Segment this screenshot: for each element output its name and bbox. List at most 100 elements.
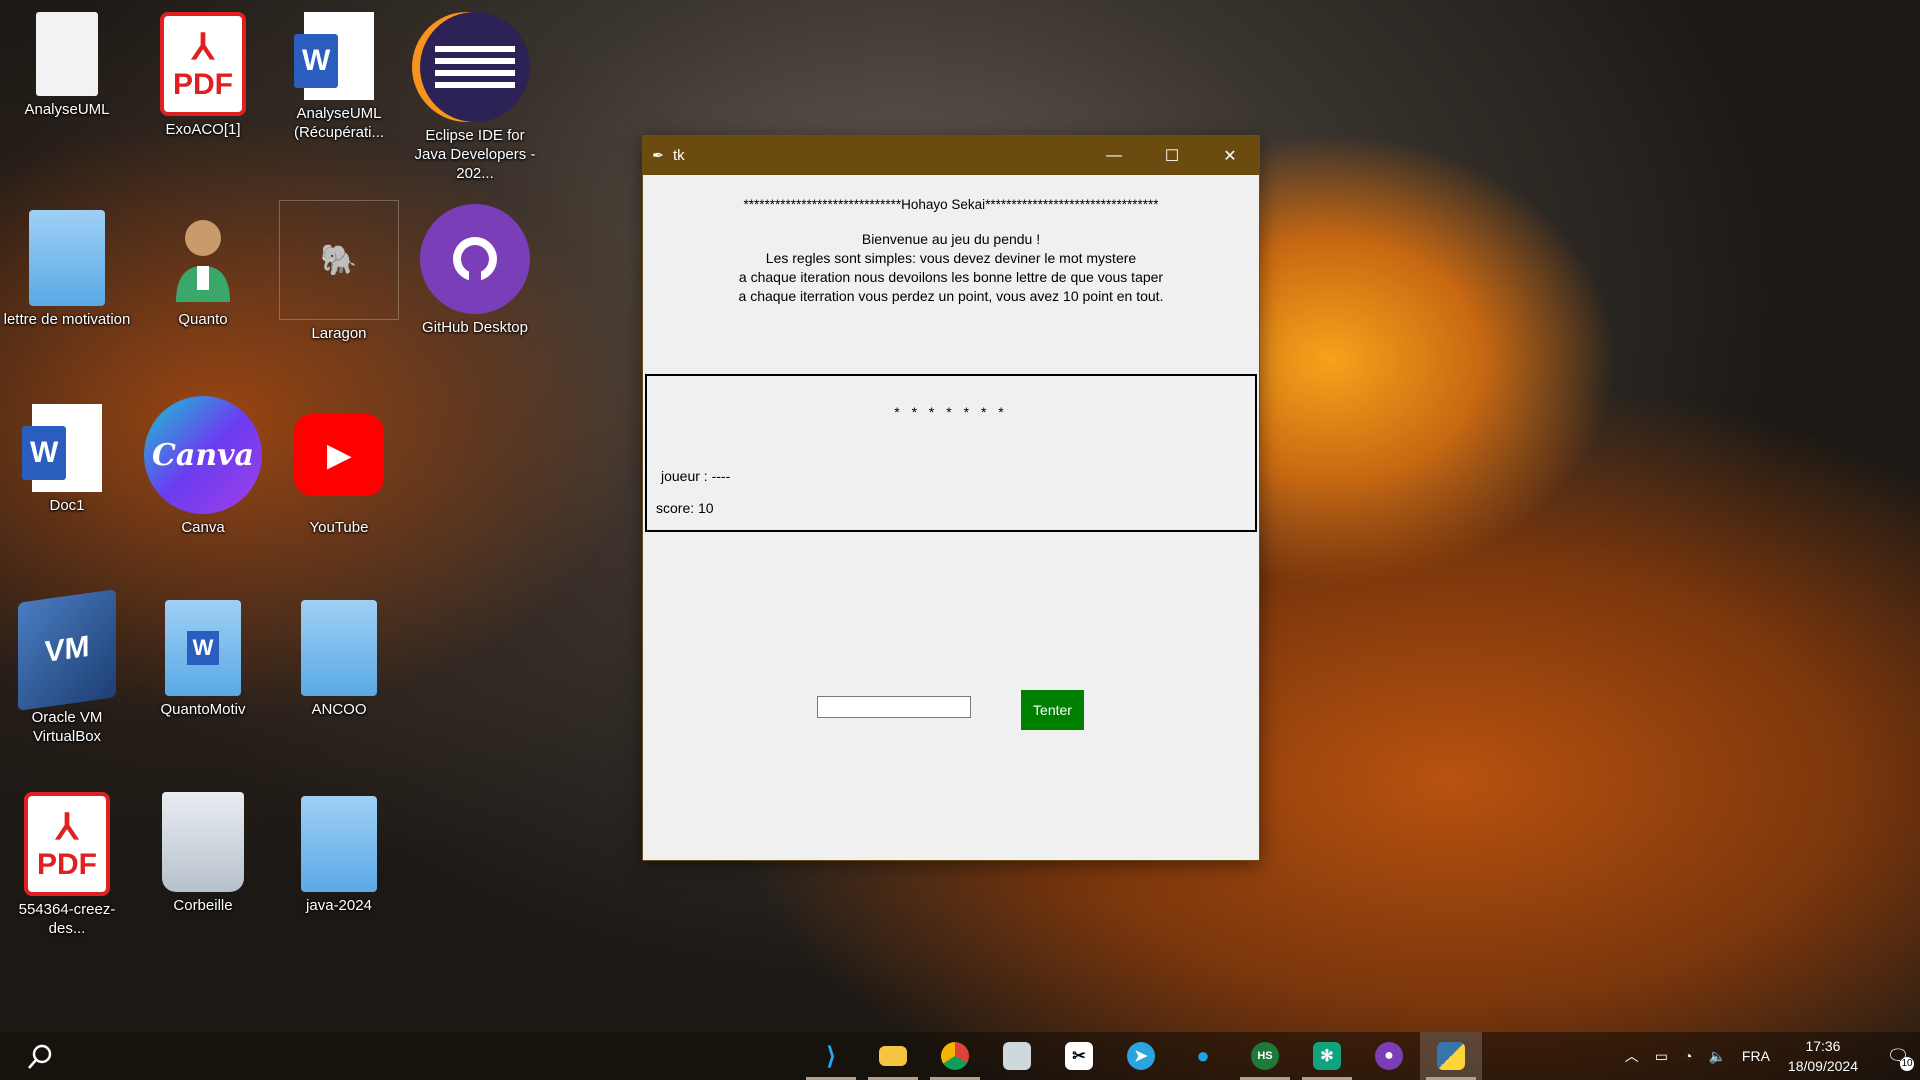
player-label: joueur : ---- (661, 468, 731, 484)
word-glyph: W (294, 34, 339, 88)
rules-line: Bienvenue au jeu du pendu ! (861, 231, 1041, 247)
desktop-icon-label: GitHub Desktop (422, 319, 528, 336)
clock[interactable]: 17:36 18/09/2024 (1778, 1036, 1876, 1076)
virtualbox-icon: VM (18, 589, 116, 711)
desktop-icon-label: lettre de motivation (3, 311, 131, 328)
word-icon: W (22, 404, 102, 492)
guess-input[interactable] (817, 696, 971, 718)
desktop-icon-github-desktop[interactable]: GitHub Desktop (410, 204, 540, 337)
desktop-icon-analyseuml[interactable]: AnalyseUML (2, 12, 132, 119)
word-glyph: W (22, 426, 67, 480)
recycle-bin-icon (162, 792, 244, 892)
maximize-button[interactable]: ☐ (1143, 136, 1201, 175)
desktop-icon-label: QuantoMotiv (160, 701, 246, 718)
desktop-icon-label: ANCOO (311, 701, 367, 718)
tk-feather-icon: ✒ (652, 147, 664, 163)
desktop-icon-label: AnalyseUML (Récupérati... (293, 105, 385, 141)
taskbar: ⟩ ✂ ➤ ● HS ✻ ● ︿ ▭ ◔ 🔈 FRA 17:36 18/09/2… (0, 1032, 1920, 1080)
file-explorer-icon[interactable] (862, 1032, 924, 1080)
chrome-icon[interactable] (924, 1032, 986, 1080)
folder-icon (301, 796, 377, 892)
desktop-icon-label: Quanto (178, 311, 228, 328)
youtube-icon-wrap: ▶ (294, 396, 384, 514)
hs-icon[interactable]: HS (1234, 1032, 1296, 1080)
laragon-icon[interactable]: ● (1172, 1032, 1234, 1080)
score-label: score: 10 (656, 500, 714, 516)
tk-window: ✒ tk — ☐ ✕ *****************************… (643, 136, 1259, 860)
rules-line: a chaque iteration nous devoilons les bo… (738, 269, 1164, 285)
clock-date: 18/09/2024 (1787, 1058, 1858, 1074)
rules-line: Les regles sont simples: vous devez devi… (765, 250, 1137, 266)
desktop-icon-pdf-creez[interactable]: ⅄ PDF 554364-creez-des... (2, 792, 132, 938)
github-icon (420, 204, 530, 314)
desktop-icon-analyseuml-recovered[interactable]: W AnalyseUML (Récupérati... (274, 12, 404, 142)
system-tray: ︿ ▭ ◔ 🔈 FRA 17:36 18/09/2024 🗨 10 (1617, 1032, 1920, 1080)
vscode-icon[interactable]: ⟩ (800, 1032, 862, 1080)
desktop-icon-ancoo[interactable]: ANCOO (274, 600, 404, 719)
taskbar-apps: ⟩ ✂ ➤ ● HS ✻ ● (800, 1032, 1482, 1080)
clock-time: 17:36 (1805, 1038, 1841, 1054)
desktop-icon-label: 554364-creez-des... (18, 901, 116, 937)
wifi-icon[interactable]: ◔ (1676, 1048, 1700, 1064)
minimize-button[interactable]: — (1085, 136, 1143, 175)
pdf-glyph: PDF (173, 68, 233, 101)
desktop-icon-laragon[interactable]: 🐘 Laragon (274, 200, 404, 343)
desktop-icon-label: Laragon (311, 325, 367, 342)
masked-word: * * * * * * * (894, 404, 1008, 420)
desktop-icon-label: YouTube (309, 519, 369, 536)
volume-icon[interactable]: 🔈 (1700, 1048, 1733, 1065)
desktop-icon-doc1[interactable]: W Doc1 (2, 404, 132, 515)
rules-text: Bienvenue au jeu du pendu ! Les regles s… (643, 230, 1259, 306)
desktop-icon-label: AnalyseUML (24, 101, 110, 118)
window-title: tk (673, 147, 685, 164)
canva-icon: Canva (144, 396, 262, 514)
pdf-icon: ⅄ PDF (24, 792, 110, 896)
notification-icon[interactable]: 🗨 10 (1876, 1046, 1920, 1071)
desktop-icon-label: ExoACO[1] (165, 121, 241, 138)
telegram-icon[interactable]: ➤ (1110, 1032, 1172, 1080)
youtube-icon: ▶ (294, 414, 384, 496)
game-status-panel: * * * * * * * joueur : ---- score: 10 (645, 374, 1257, 532)
chatgpt-icon[interactable]: ✻ (1296, 1032, 1358, 1080)
word-folder-icon: W (165, 600, 241, 696)
desktop-icon-youtube[interactable]: ▶ YouTube (274, 396, 404, 537)
game-header: ******************************Hohayo Sek… (743, 197, 1159, 212)
battery-icon[interactable]: ▭ (1647, 1048, 1676, 1065)
close-button[interactable]: ✕ (1201, 136, 1259, 175)
capcut-icon[interactable]: ✂ (1048, 1032, 1110, 1080)
notification-count: 10 (1900, 1056, 1914, 1071)
github-desktop-icon[interactable]: ● (1358, 1032, 1420, 1080)
desktop-icon-exoaco[interactable]: ⅄ PDF ExoACO[1] (138, 12, 268, 139)
try-button[interactable]: Tenter (1021, 690, 1084, 730)
pdf-glyph: PDF (37, 848, 97, 881)
desktop-icon-corbeille[interactable]: Corbeille (138, 792, 268, 915)
python-icon[interactable] (1420, 1032, 1482, 1080)
desktop-icon-canva[interactable]: Canva Canva (138, 396, 268, 537)
eclipse-icon (420, 12, 530, 122)
desktop-icon-label: Corbeille (173, 897, 233, 914)
chevron-up-icon[interactable]: ︿ (1617, 1046, 1647, 1066)
desktop-icon-java-2024[interactable]: java-2024 (274, 796, 404, 915)
desktop-icon-quantomotiv[interactable]: W QuantoMotiv (138, 600, 268, 719)
search-icon[interactable] (26, 1042, 56, 1072)
folder-icon (29, 210, 105, 306)
desktop-icon-label: Oracle VM VirtualBox (31, 709, 103, 745)
desktop-icon-label: Doc1 (49, 497, 85, 514)
language-indicator[interactable]: FRA (1734, 1048, 1778, 1064)
folder-icon (301, 600, 377, 696)
elephant-icon: 🐘 (279, 200, 399, 320)
photos-icon[interactable] (986, 1032, 1048, 1080)
rules-line: a chaque iterration vous perdez un point… (738, 288, 1164, 304)
word-glyph: W (186, 631, 220, 665)
desktop-icon-label: Canva (181, 519, 225, 536)
title-bar[interactable]: ✒ tk — ☐ ✕ (643, 136, 1259, 175)
document-icon (36, 12, 98, 96)
desktop-icon-lettre-de-motivation[interactable]: lettre de motivation (2, 210, 132, 329)
rules-panel: ******************************Hohayo Sek… (643, 175, 1259, 375)
desktop-icon-eclipse[interactable]: Eclipse IDE for Java Developers - 202... (410, 12, 540, 183)
desktop-icon-label: java-2024 (306, 897, 372, 914)
desktop-icon-label: Eclipse IDE for Java Developers - 202... (414, 127, 536, 182)
desktop-icon-quanto[interactable]: Quanto (138, 210, 268, 329)
person-icon (168, 210, 238, 306)
desktop-icon-virtualbox[interactable]: VM Oracle VM VirtualBox (2, 589, 132, 746)
